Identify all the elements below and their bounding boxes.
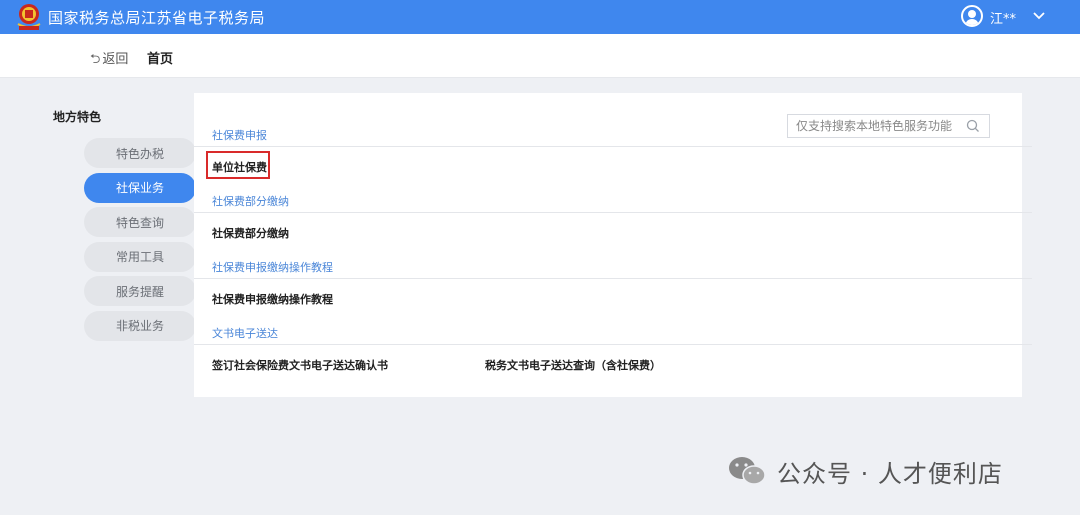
link-query-e-delivery[interactable]: 税务文书电子送达查询（含社保费）: [485, 357, 661, 373]
back-button[interactable]: ⮌ 返回: [90, 48, 128, 72]
link-sign-e-delivery[interactable]: 签订社会保险费文书电子送达确认书: [212, 357, 388, 373]
sidebar-item-service-reminder[interactable]: 服务提醒: [84, 276, 196, 307]
sidebar-title: 地方特色: [53, 110, 102, 124]
sidebar-item-non-tax[interactable]: 非税业务: [84, 310, 196, 341]
link-partial-payment[interactable]: 社保费部分缴纳: [212, 225, 289, 241]
chevron-down-icon[interactable]: [1032, 8, 1046, 22]
section-title-social-declaration: 社保费申报: [212, 129, 267, 142]
section-divider: [194, 344, 1032, 345]
section-title-e-delivery: 文书电子送达: [212, 327, 278, 340]
content-panel: 社保费申报 单位社保费 社保费部分缴纳 社保费部分缴纳 社保费申报缴纳操作教程 …: [194, 93, 1032, 397]
back-arrow-icon: ⮌: [90, 52, 101, 67]
app-title: 国家税务总局江苏省电子税务局: [48, 9, 266, 27]
back-label: 返回: [102, 52, 129, 67]
highlight-annotation-box: [206, 151, 270, 179]
sidebar-item-special-tax[interactable]: 特色办税: [84, 138, 196, 168]
sidebar-item-special-query[interactable]: 特色查询: [84, 207, 196, 238]
search-input[interactable]: [788, 115, 963, 137]
wechat-icon: [729, 457, 766, 485]
section-divider: [194, 146, 1032, 147]
sidebar-menu: 特色办税 社保业务 特色查询 常用工具 服务提醒 非税业务: [84, 138, 196, 346]
section-title-partial-payment: 社保费部分缴纳: [212, 195, 289, 208]
search-box[interactable]: [787, 114, 990, 138]
sidebar-item-common-tools[interactable]: 常用工具: [84, 241, 196, 272]
search-icon[interactable]: [966, 119, 980, 133]
breadcrumb-bar: ⮌ 返回 首页: [0, 34, 1080, 78]
section-divider: [194, 278, 1032, 279]
sidebar-item-social-security[interactable]: 社保业务: [84, 172, 196, 203]
tax-emblem-logo: [17, 4, 41, 30]
user-name[interactable]: 江**: [990, 8, 1016, 27]
section-title-tutorial: 社保费申报缴纳操作教程: [212, 261, 333, 274]
user-avatar-icon[interactable]: [961, 5, 983, 27]
page-title: 首页: [147, 52, 174, 67]
section-divider: [194, 212, 1032, 213]
top-header-bar: 国家税务总局江苏省电子税务局 江**: [0, 0, 1080, 34]
watermark-text: 公众号 · 人才便利店: [777, 459, 1003, 488]
link-tutorial[interactable]: 社保费申报缴纳操作教程: [212, 291, 333, 307]
watermark: 公众号 · 人才便利店: [727, 451, 1003, 491]
